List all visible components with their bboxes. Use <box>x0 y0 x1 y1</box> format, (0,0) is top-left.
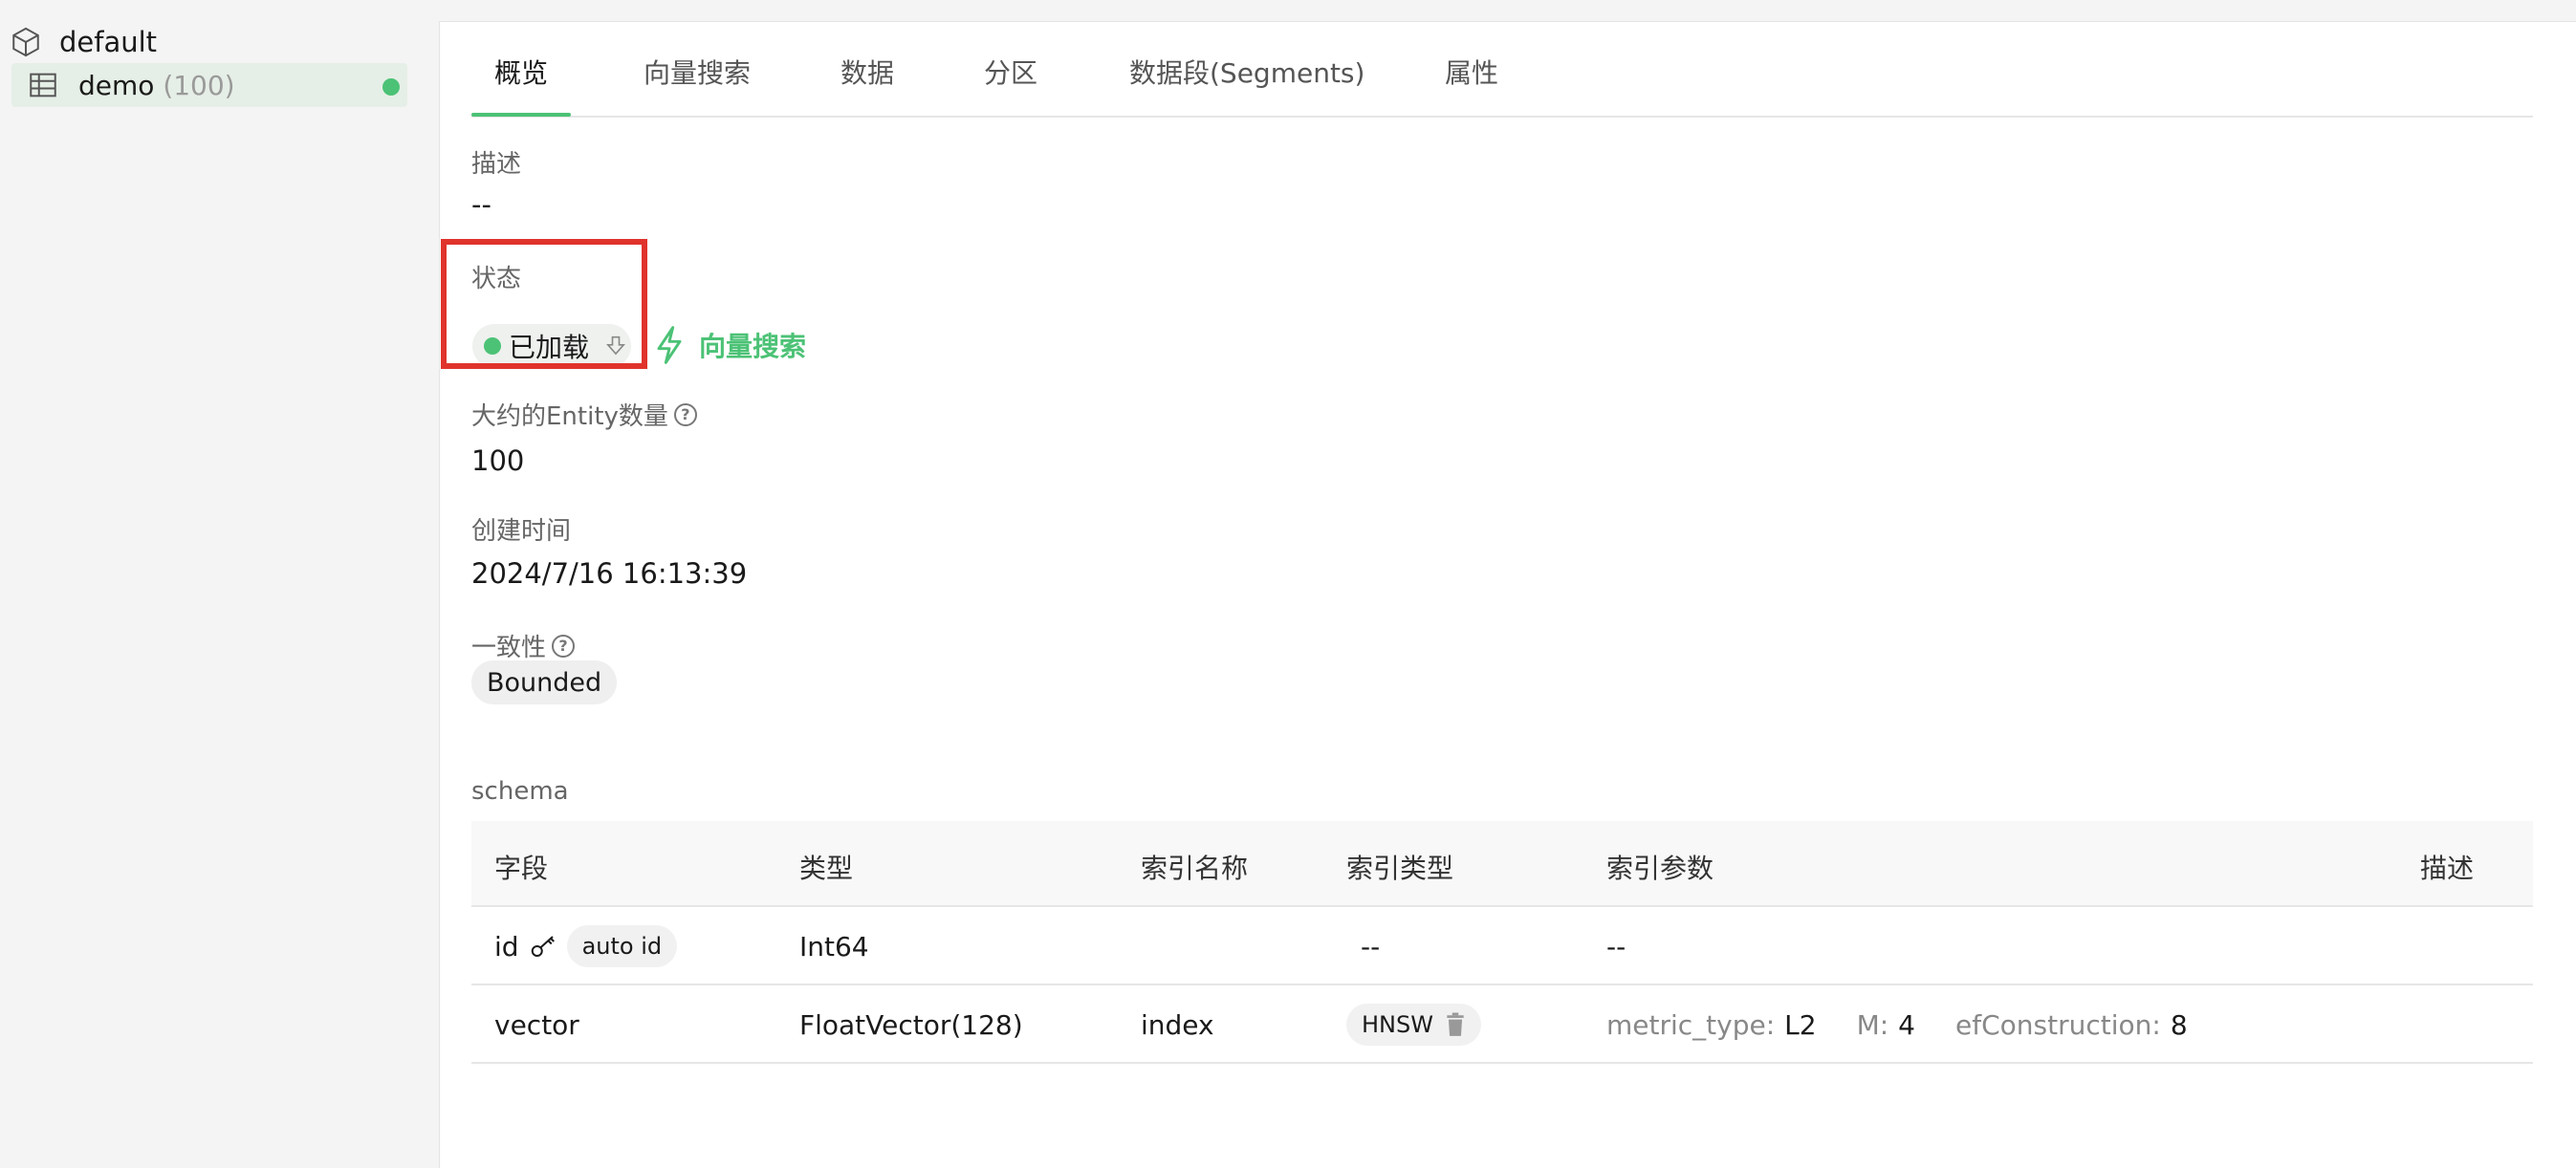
created-time-value: 2024/7/16 16:13:39 <box>471 557 748 590</box>
tab-segments[interactable]: 数据段(Segments) <box>1129 53 1364 91</box>
lightning-icon <box>657 326 682 364</box>
active-tab-indicator <box>471 113 571 117</box>
index-type-value: HNSW <box>1362 1011 1433 1038</box>
entity-count-label: 大约的Entity数量 ? <box>471 397 697 432</box>
column-header-description: 描述 <box>2420 853 2475 884</box>
field-cell: id auto id <box>494 907 678 985</box>
status-highlight-box <box>441 239 647 369</box>
tab-data[interactable]: 数据 <box>840 53 894 91</box>
entity-count-value: 100 <box>471 444 525 477</box>
index-type-cell: HNSW <box>1346 985 1481 1064</box>
tab-properties[interactable]: 属性 <box>1445 53 1498 91</box>
param-value: L2 <box>1784 1008 1817 1041</box>
help-icon[interactable]: ? <box>552 634 576 658</box>
index-params-cell: -- <box>1606 930 1626 963</box>
param-key: M: <box>1856 1008 1889 1041</box>
param-value: 8 <box>2170 1008 2188 1041</box>
schema-table-header: 字段 类型 索引名称 索引类型 索引参数 描述 <box>471 821 2533 907</box>
trash-icon[interactable] <box>1445 1012 1466 1037</box>
column-header-index-name: 索引名称 <box>1141 853 1249 884</box>
tab-overview[interactable]: 概览 <box>494 53 548 91</box>
index-type-cell: -- <box>1361 930 1381 963</box>
column-header-field: 字段 <box>494 853 549 884</box>
column-header-index-type: 索引类型 <box>1346 853 1454 884</box>
index-type-badge: HNSW <box>1346 1004 1481 1046</box>
tree-database-item[interactable]: default <box>10 21 157 63</box>
main-panel: 概览 向量搜索 数据 分区 数据段(Segments) 属性 描述 -- 状态 … <box>439 21 2576 1168</box>
tab-vector-search[interactable]: 向量搜索 <box>644 53 751 91</box>
help-icon[interactable]: ? <box>673 402 697 426</box>
param-value: 4 <box>1898 1008 1915 1041</box>
description-label: 描述 <box>471 150 522 179</box>
tree-collection-item[interactable]: demo (100) <box>11 63 407 107</box>
consistency-label: 一致性 ? <box>471 628 576 663</box>
vector-search-link[interactable]: 向量搜索 <box>653 322 806 368</box>
type-cell: FloatVector(128) <box>799 1008 1023 1041</box>
collection-name: demo <box>78 69 155 101</box>
schema-table: 字段 类型 索引名称 索引类型 索引参数 描述 id auto id Int64… <box>471 821 2533 1064</box>
auto-id-badge: auto id <box>566 925 678 967</box>
table-icon <box>30 73 56 97</box>
schema-title: schema <box>471 777 569 806</box>
database-cube-icon <box>12 27 39 57</box>
description-value: -- <box>471 188 491 221</box>
vector-search-link-label: 向量搜索 <box>699 331 807 362</box>
collection-loaded-dot <box>382 78 400 96</box>
collection-count: (100) <box>163 69 235 101</box>
consistency-label-text: 一致性 <box>471 634 547 662</box>
column-header-type: 类型 <box>799 853 854 884</box>
entity-count-label-text: 大约的Entity数量 <box>471 402 668 431</box>
primary-key-icon <box>531 936 555 957</box>
consistency-badge: Bounded <box>471 660 618 704</box>
param-key: efConstruction: <box>1955 1008 2161 1041</box>
param-key: metric_type: <box>1606 1008 1776 1041</box>
sidebar: default demo (100) <box>0 0 421 1168</box>
database-name: default <box>59 26 158 58</box>
table-row: vector FloatVector(128) index HNSW metri… <box>471 985 2533 1064</box>
column-header-index-params: 索引参数 <box>1606 853 1714 884</box>
field-name: vector <box>494 1008 579 1041</box>
field-name: id <box>494 930 519 963</box>
index-name-cell: index <box>1141 1008 1214 1041</box>
tab-bar: 概览 向量搜索 数据 分区 数据段(Segments) 属性 <box>471 22 2533 118</box>
tab-partitions[interactable]: 分区 <box>984 53 1037 91</box>
index-params-cell: metric_type: L2 M: 4 efConstruction: 8 <box>1606 985 2218 1064</box>
table-row: id auto id Int64 -- -- <box>471 907 2533 985</box>
created-time-label: 创建时间 <box>471 517 572 546</box>
type-cell: Int64 <box>799 930 869 963</box>
